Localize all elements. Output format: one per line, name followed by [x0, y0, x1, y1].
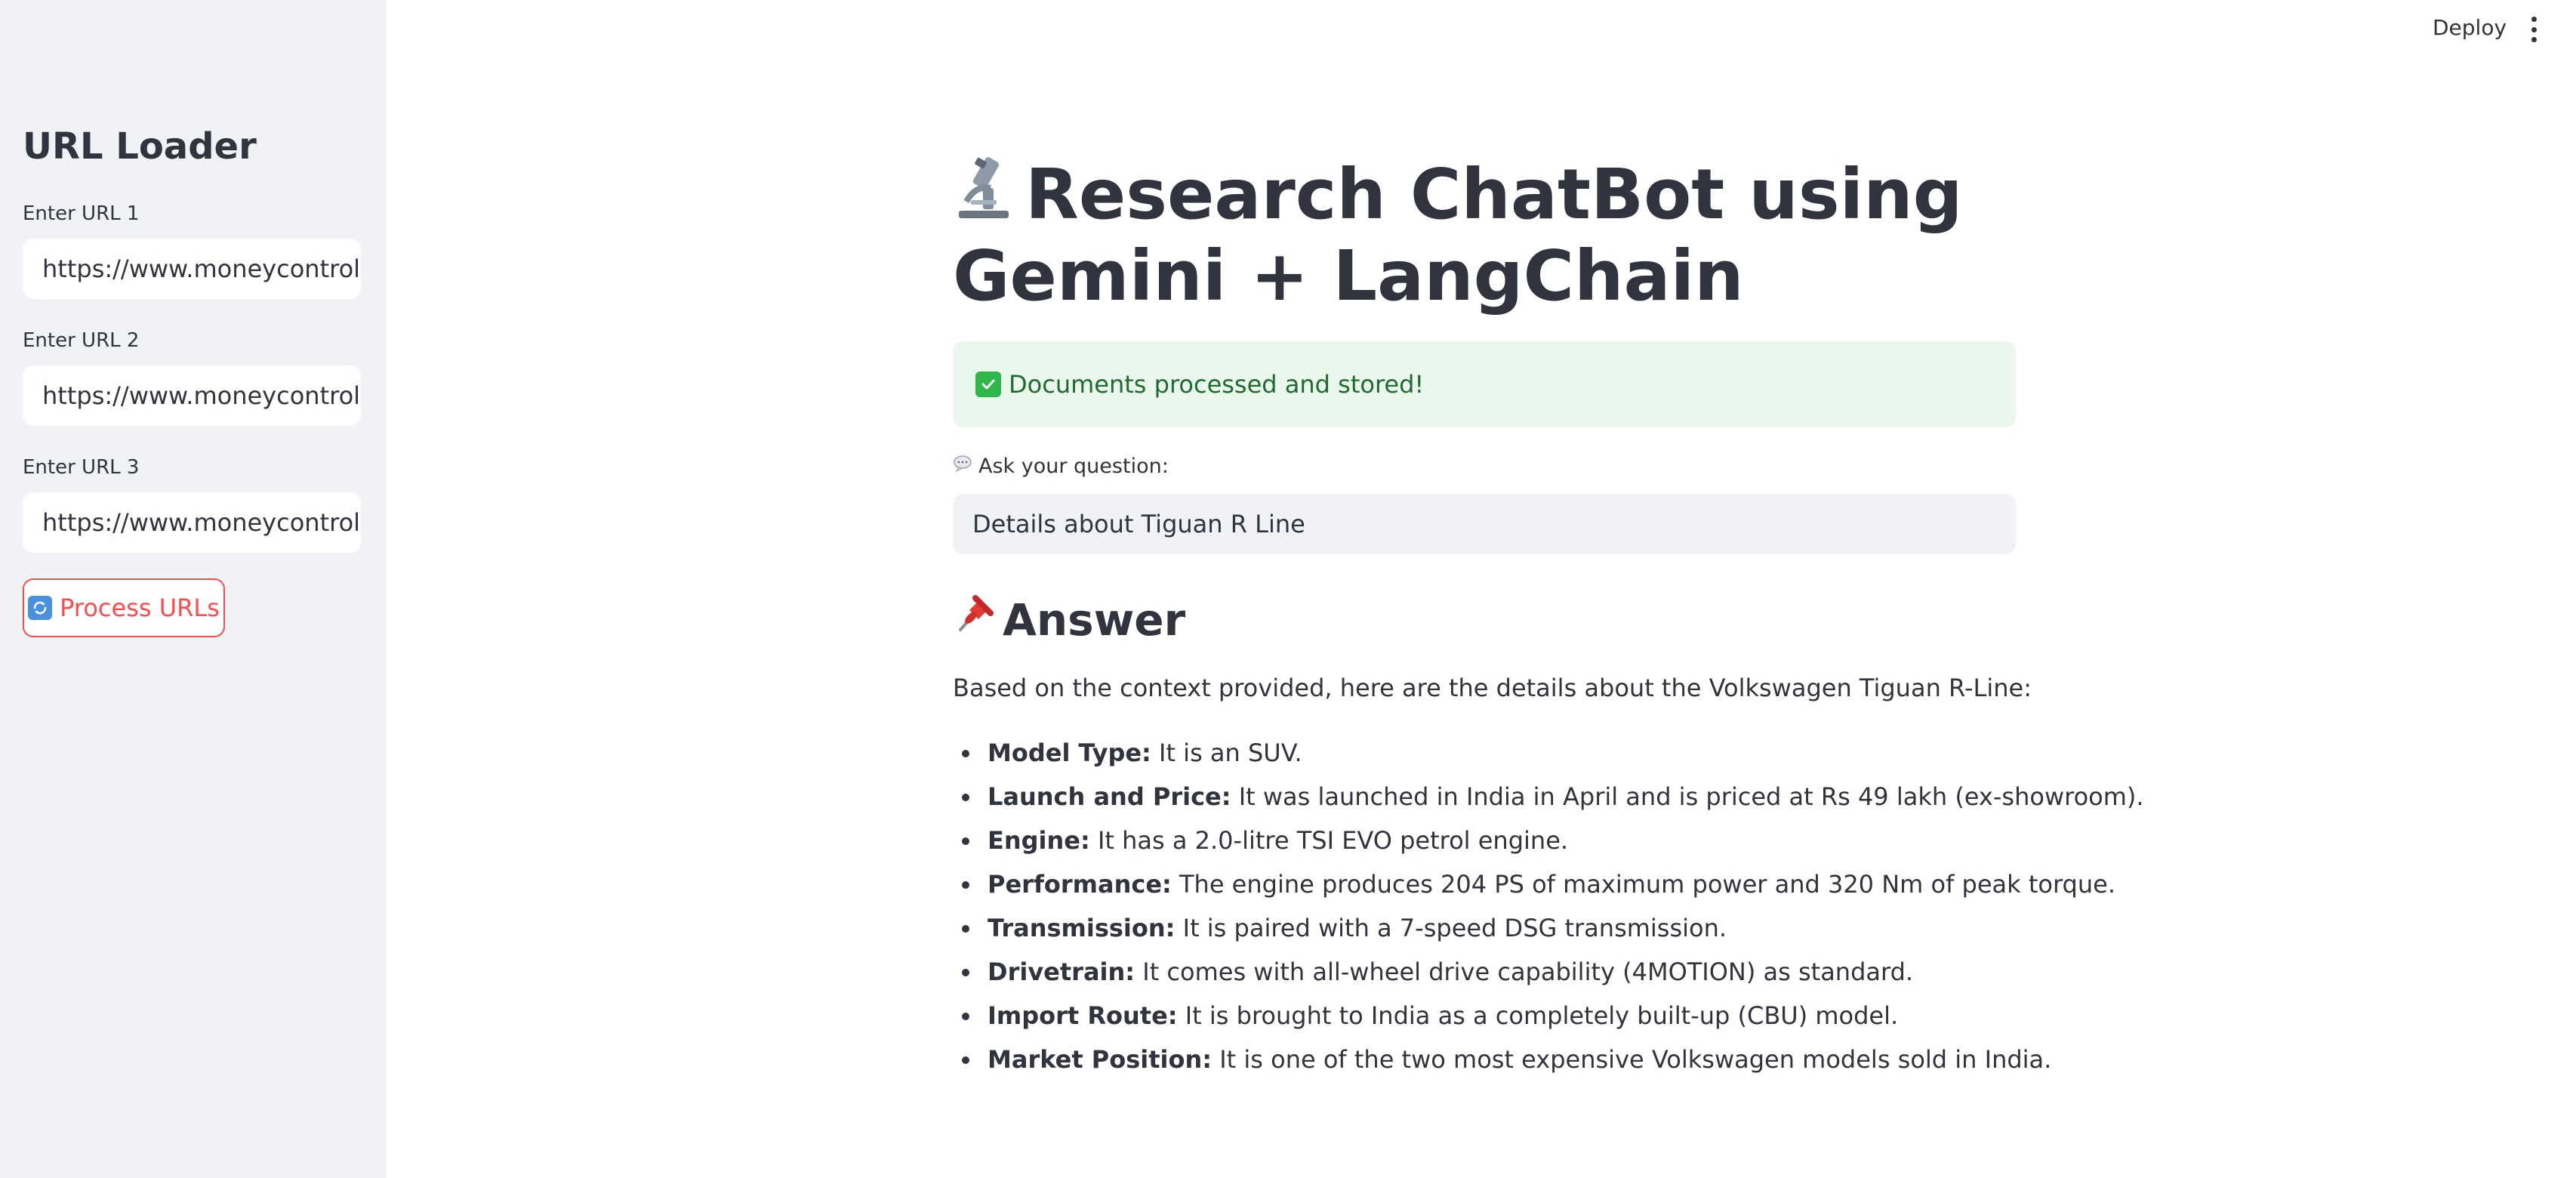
deploy-button[interactable]: Deploy — [2433, 15, 2507, 40]
list-item: Model Type: It is an SUV. — [953, 734, 2144, 778]
answer-item-key: Engine: — [988, 826, 1090, 855]
answer-heading-text: Answer — [1003, 594, 1186, 646]
url-2-label: Enter URL 2 — [23, 329, 140, 352]
url-2-input[interactable]: https://www.moneycontrol.co — [23, 365, 361, 426]
answer-list: Model Type: It is an SUV. Launch and Pri… — [953, 734, 2144, 1084]
answer-item-text: It comes with all-wheel drive capability… — [1135, 958, 1914, 986]
answer-heading: Answer — [953, 594, 1185, 646]
page-title: Research ChatBot using Gemini + LangChai… — [953, 154, 2025, 317]
answer-item-key: Market Position: — [988, 1045, 1213, 1074]
answer-item-text: It is an SUV. — [1151, 739, 1302, 767]
pushpin-icon — [953, 594, 995, 646]
url-1-input[interactable]: https://www.moneycontrol.co — [23, 239, 361, 299]
answer-item-text: It is one of the two most expensive Volk… — [1212, 1045, 2052, 1074]
list-item: Import Route: It is brought to India as … — [953, 997, 2144, 1041]
list-item: Performance: The engine produces 204 PS … — [953, 865, 2144, 909]
answer-item-key: Launch and Price: — [988, 782, 1231, 811]
url-1-label: Enter URL 1 — [23, 202, 140, 225]
answer-item-key: Transmission: — [988, 914, 1176, 942]
answer-item-key: Import Route: — [988, 1001, 1178, 1030]
sidebar: URL Loader Enter URL 1 https://www.money… — [0, 0, 387, 1178]
process-urls-button[interactable]: Process URLs — [23, 578, 225, 637]
list-item: Market Position: It is one of the two mo… — [953, 1041, 2144, 1084]
question-label: Ask your question: — [953, 455, 1169, 478]
answer-item-key: Performance: — [988, 870, 1172, 899]
success-alert: Documents processed and stored! — [953, 341, 2016, 427]
kebab-menu-icon[interactable] — [2529, 17, 2538, 42]
answer-item-key: Drivetrain: — [988, 958, 1135, 986]
question-label-text: Ask your question: — [978, 455, 1169, 478]
refresh-icon — [28, 596, 53, 620]
speech-bubble-icon — [953, 455, 972, 478]
answer-item-text: The engine produces 204 PS of maximum po… — [1171, 870, 2115, 899]
success-message: Documents processed and stored! — [1009, 370, 1425, 399]
process-urls-label: Process URLs — [60, 594, 220, 622]
page-title-text: Research ChatBot using Gemini + LangChai… — [953, 154, 1963, 316]
list-item: Drivetrain: It comes with all-wheel driv… — [953, 953, 2144, 997]
list-item: Engine: It has a 2.0-litre TSI EVO petro… — [953, 822, 2144, 865]
question-input[interactable]: Details about Tiguan R Line — [953, 494, 2016, 554]
check-mark-icon — [975, 372, 1001, 397]
answer-item-text: It is paired with a 7-speed DSG transmis… — [1175, 914, 1727, 942]
app: URL Loader Enter URL 1 https://www.money… — [0, 0, 2576, 1178]
answer-item-text: It is brought to India as a completely b… — [1177, 1001, 1899, 1030]
url-3-label: Enter URL 3 — [23, 456, 140, 479]
url-3-input[interactable]: https://www.moneycontrol.co — [23, 492, 361, 553]
list-item: Launch and Price: It was launched in Ind… — [953, 778, 2144, 822]
list-item: Transmission: It is paired with a 7-spee… — [953, 909, 2144, 953]
sidebar-title: URL Loader — [23, 125, 257, 168]
answer-item-text: It was launched in India in April and is… — [1231, 782, 2144, 811]
microscope-icon — [953, 155, 1013, 223]
answer-item-key: Model Type: — [988, 739, 1151, 767]
answer-intro: Based on the context provided, here are … — [953, 674, 2032, 702]
answer-item-text: It has a 2.0-litre TSI EVO petrol engine… — [1089, 826, 1569, 855]
